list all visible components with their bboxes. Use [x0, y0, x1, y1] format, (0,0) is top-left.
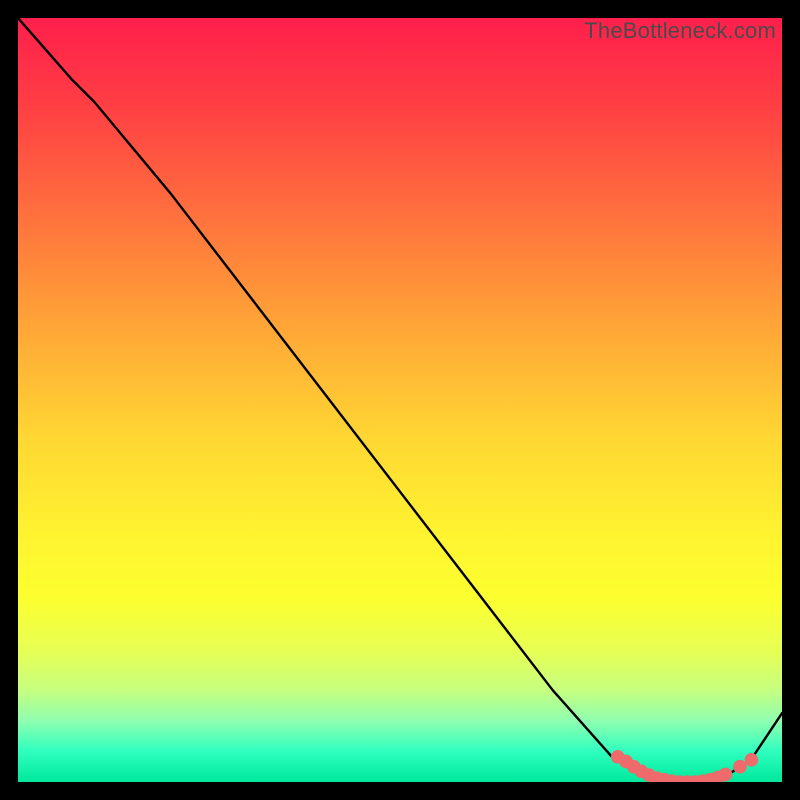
highlight-dot [719, 768, 733, 782]
highlight-dot [745, 753, 759, 767]
chart-svg [18, 18, 782, 782]
chart-frame: TheBottleneck.com [0, 0, 800, 800]
highlight-dot [733, 760, 747, 774]
curve-line [18, 18, 782, 782]
chart-plot-area: TheBottleneck.com [18, 18, 782, 782]
